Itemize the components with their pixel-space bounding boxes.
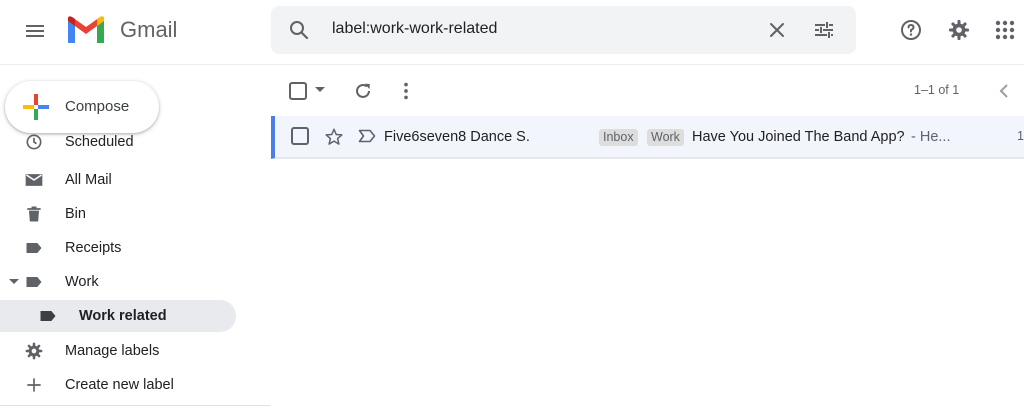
sidebar-item-label: Work related	[79, 308, 167, 324]
compose-label: Compose	[65, 98, 130, 115]
refresh-icon[interactable]	[352, 80, 374, 102]
sidebar-item-label: Receipts	[65, 240, 122, 256]
sidebar-item-scheduled[interactable]: Scheduled	[0, 132, 236, 154]
search-input[interactable]: label:work-work-related	[332, 20, 497, 38]
gmail-wordmark: Gmail	[120, 17, 178, 42]
bin-icon	[27, 206, 41, 222]
plus-icon	[27, 378, 41, 392]
select-dropdown-icon[interactable]	[315, 87, 325, 93]
sidebar-item-label: Work	[65, 274, 99, 290]
main-menu-button[interactable]	[15, 11, 55, 51]
star-icon[interactable]	[324, 127, 344, 147]
sidebar-item-receipts[interactable]: Receipts	[0, 232, 236, 264]
sidebar-item-all-mail[interactable]: All Mail	[0, 164, 236, 196]
email-subject: Have You Joined The Band App?	[692, 129, 905, 145]
label-icon	[40, 311, 56, 321]
search-bar[interactable]: label:work-work-related	[271, 6, 856, 54]
google-apps-button[interactable]	[985, 10, 1024, 50]
gmail-logo-icon[interactable]	[66, 14, 106, 46]
sidebar-item-manage-labels[interactable]: Manage labels	[0, 335, 236, 367]
top-bar: Gmail label:work-work-related	[0, 0, 1024, 65]
sidebar-item-work[interactable]: Work	[0, 266, 236, 298]
sidebar-item-label: Scheduled	[65, 134, 134, 150]
label-icon	[26, 243, 42, 253]
search-icon[interactable]	[287, 18, 311, 42]
compose-plus-icon	[23, 94, 49, 120]
apps-grid-icon	[995, 20, 1015, 40]
sidebar-item-bin[interactable]: Bin	[0, 198, 236, 230]
search-options-button[interactable]	[804, 10, 844, 50]
clear-search-button[interactable]	[757, 10, 797, 50]
hamburger-icon	[26, 25, 44, 37]
pagination-text: 1–1 of 1	[914, 83, 960, 97]
sidebar-item-work-related[interactable]: Work related	[0, 300, 236, 332]
sidebar-item-label: Create new label	[65, 377, 174, 393]
all-mail-icon	[25, 174, 43, 186]
label-chip-work[interactable]: Work	[647, 129, 684, 146]
email-sender: Five6seven8 Dance S.	[384, 129, 530, 145]
sidebar-divider	[0, 405, 270, 406]
email-snippet: - He...	[911, 129, 951, 145]
sidebar-scroll-clip: Scheduled	[0, 132, 260, 154]
help-button[interactable]	[891, 10, 931, 50]
help-icon	[901, 20, 921, 40]
tune-icon	[815, 22, 833, 38]
gear-icon	[949, 20, 969, 40]
close-icon	[770, 23, 784, 37]
label-icon	[26, 277, 42, 287]
settings-button[interactable]	[939, 10, 979, 50]
chevron-left-icon[interactable]	[998, 83, 1010, 99]
important-marker-icon[interactable]	[358, 129, 376, 143]
row-checkbox[interactable]	[291, 127, 309, 145]
sidebar-item-label: Bin	[65, 206, 86, 222]
email-date: 1	[1017, 129, 1024, 143]
caret-down-icon[interactable]	[8, 278, 20, 286]
sidebar-item-create-new-label[interactable]: Create new label	[0, 369, 236, 401]
gear-icon	[25, 342, 43, 360]
compose-button[interactable]: Compose	[5, 81, 159, 133]
sidebar-item-label: Manage labels	[65, 343, 160, 359]
scheduled-icon	[26, 134, 42, 150]
sidebar-item-label: All Mail	[65, 172, 112, 188]
more-vert-icon[interactable]	[396, 80, 416, 102]
email-row[interactable]: Five6seven8 Dance S. Inbox Work Have You…	[271, 116, 1024, 159]
select-all-checkbox[interactable]	[289, 82, 307, 100]
label-chip-inbox[interactable]: Inbox	[599, 129, 638, 146]
mail-toolbar: 1–1 of 1	[272, 70, 1024, 110]
